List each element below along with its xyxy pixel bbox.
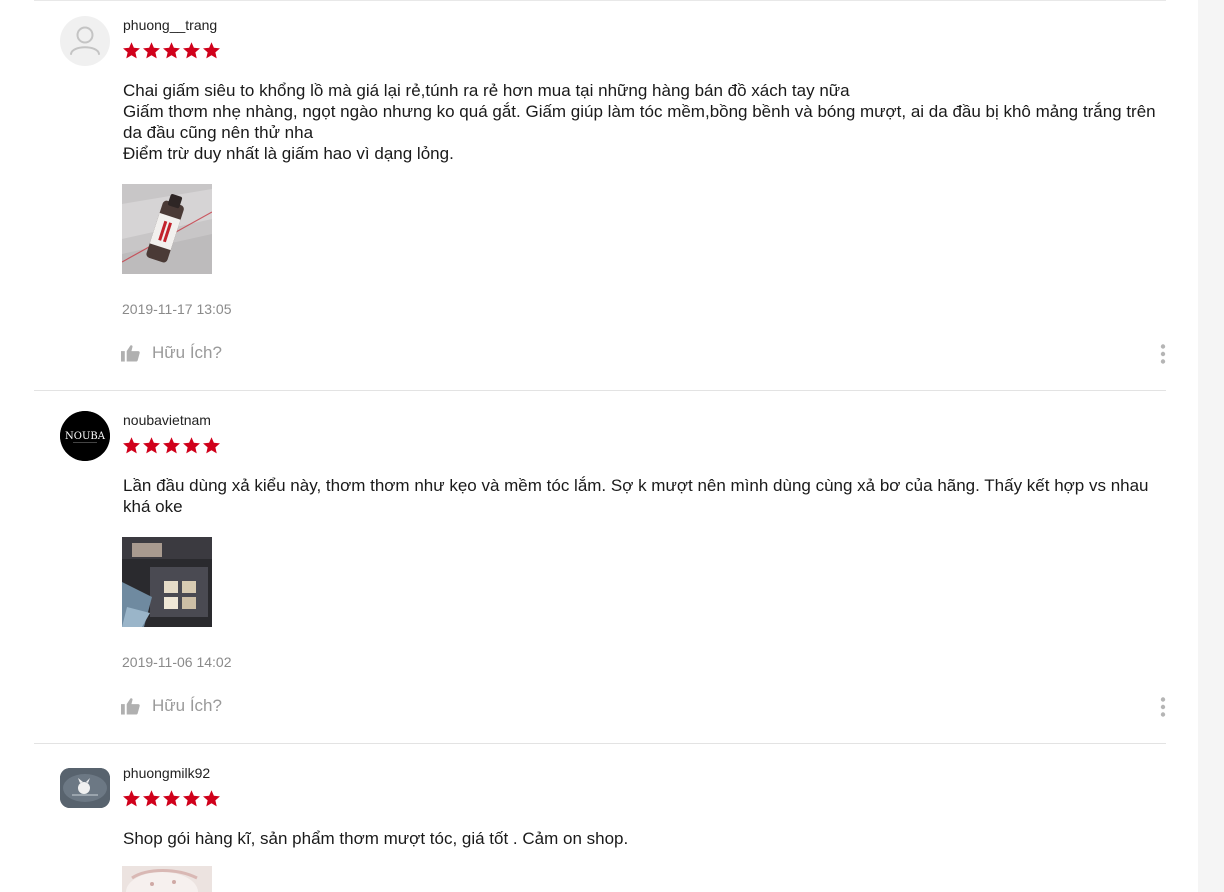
more-options-icon[interactable] [1156,696,1170,718]
helpful-button[interactable]: Hữu Ích? [121,343,222,363]
review-username[interactable]: phuong__trang [123,17,217,33]
star-icon [123,437,140,454]
thumbs-up-icon [121,345,140,362]
cat-avatar-image [60,768,110,808]
thumbs-up-icon [121,698,140,715]
user-avatar[interactable] [60,768,110,808]
star-icon [203,790,220,807]
star-icon [163,42,180,59]
helpful-button[interactable]: Hữu Ích? [121,696,222,716]
review-username[interactable]: noubavietnam [123,412,211,428]
star-icon [143,42,160,59]
star-rating [122,41,221,60]
top-divider [34,0,1166,1]
review-divider [34,743,1166,744]
user-avatar[interactable] [60,16,110,66]
star-icon [203,437,220,454]
review-photo-image [122,537,212,627]
default-user-icon [70,26,100,55]
star-icon [183,42,200,59]
helpful-label: Hữu Ích? [152,696,222,715]
star-rating [122,789,221,808]
avatar-logo-text: NOUBA [65,431,106,442]
star-icon [143,437,160,454]
nouba-logo: NOUBA [60,411,110,461]
helpful-label: Hữu Ích? [152,343,222,362]
review-photo[interactable] [122,866,212,892]
review-comment: Lần đầu dùng xả kiểu này, thơm thơm như … [123,476,1149,516]
review-timestamp: 2019-11-17 13:05 [122,301,232,317]
star-icon [123,790,140,807]
star-icon [123,42,140,59]
review-divider [34,390,1166,391]
star-icon [183,437,200,454]
review-comment: Shop gói hàng kĩ, sản phẩm thơm mượt tóc… [123,829,629,848]
review-username[interactable]: phuongmilk92 [123,765,210,781]
star-rating [122,436,221,455]
review-photo-image [122,184,212,274]
review-photo-image [122,866,212,892]
star-icon [163,790,180,807]
user-avatar[interactable]: NOUBA [60,411,110,461]
more-options-icon[interactable] [1156,343,1170,365]
review-photo[interactable] [122,537,212,627]
star-icon [163,437,180,454]
review-comment: Chai giấm siêu to khổng lồ mà giá lại rẻ… [123,81,1156,163]
review-photo[interactable] [122,184,212,274]
star-icon [143,790,160,807]
review-timestamp: 2019-11-06 14:02 [122,654,232,670]
reviews-page: phuong__trang Chai giấm siêu to khổng lồ… [0,0,1198,892]
star-icon [183,790,200,807]
star-icon [203,42,220,59]
